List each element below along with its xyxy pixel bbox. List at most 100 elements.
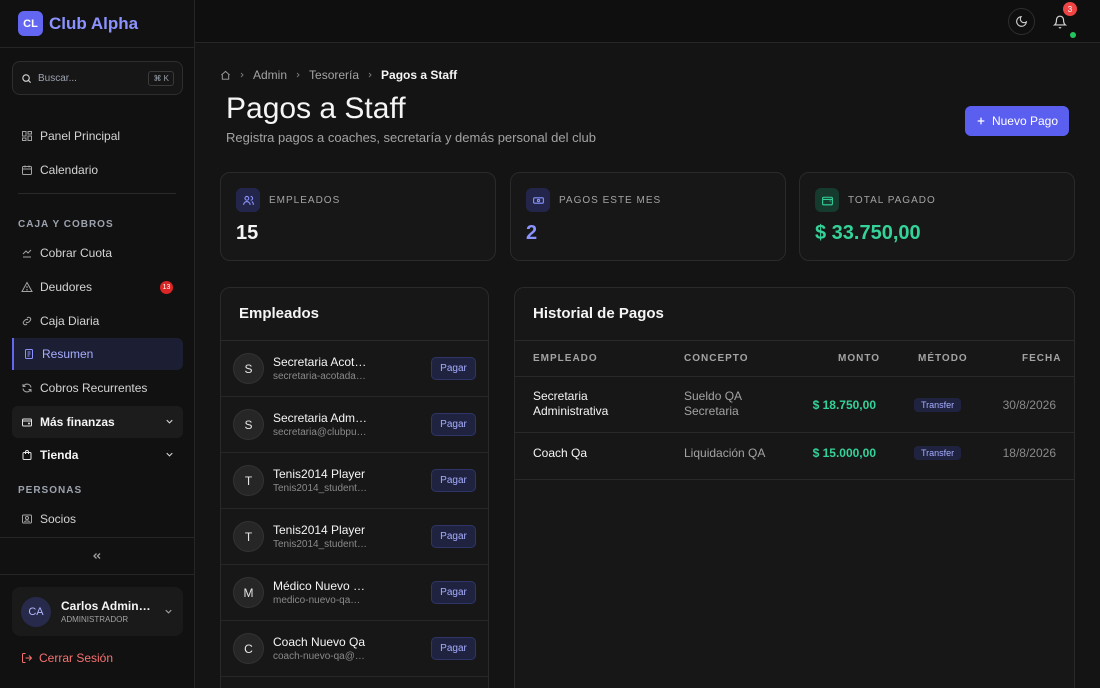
avatar: S: [233, 353, 264, 384]
avatar: C: [233, 633, 264, 664]
banknote-icon: [526, 188, 550, 212]
home-icon[interactable]: [220, 70, 231, 81]
sidebar-item-label: Cobrar Cuota: [40, 246, 113, 260]
pay-button[interactable]: Pagar: [431, 469, 476, 492]
stat-label: TOTAL PAGADO: [848, 195, 936, 206]
column-header-concept[interactable]: CONCEPTO: [684, 353, 749, 364]
employee-email: Tenis2014_student@clubpulse.com: [273, 539, 368, 550]
refresh-icon: [21, 382, 33, 394]
user-menu[interactable]: CA Carlos Administrador ADMINISTRADOR: [12, 587, 183, 636]
sidebar-collapse-button[interactable]: [0, 537, 194, 575]
shopping-bag-icon: [21, 449, 33, 461]
wallet-icon: [21, 315, 33, 327]
logout-button[interactable]: Cerrar Sesión: [21, 651, 113, 665]
bell-icon: [1052, 15, 1067, 29]
document-icon: [23, 348, 35, 360]
user-role: ADMINISTRADOR: [61, 615, 129, 624]
chevron-right-icon: [294, 71, 302, 79]
stat-label: PAGOS ESTE MES: [559, 195, 662, 206]
cell-concept: Sueldo QA Secretaria: [684, 389, 742, 418]
cell-date: 18/8/2026: [1002, 446, 1056, 460]
stat-card-payments-month: PAGOS ESTE MES 2: [510, 172, 786, 261]
employee-email: Tenis2014_student@clubpulse.com: [273, 483, 368, 494]
stat-value: 15: [236, 222, 259, 244]
sidebar-item-label: Deudores: [40, 280, 93, 294]
sidebar-item-resumen[interactable]: Resumen: [12, 338, 183, 370]
method-badge: Transfer: [914, 446, 962, 460]
employee-email: medico-nuevo-qa@clubpulse.com: [273, 595, 368, 606]
employee-email: coach-nuevo-qa@clubpulse.com: [273, 651, 368, 662]
users-icon: [236, 188, 260, 212]
alert-triangle-icon: [21, 281, 33, 293]
sidebar-item-cobros-recurrentes[interactable]: Cobros Recurrentes: [12, 372, 183, 404]
breadcrumb: Admin Tesorería Pagos a Staff: [220, 68, 457, 82]
calendar-icon: [21, 164, 33, 176]
list-item: S Secretaria Administrativa secretaria@c…: [221, 397, 488, 453]
pay-button[interactable]: Pagar: [431, 581, 476, 604]
avatar: S: [233, 409, 264, 440]
chevron-right-icon: [238, 71, 246, 79]
new-payment-button[interactable]: Nuevo Pago: [965, 106, 1069, 136]
employee-name: Médico Nuevo Qa: [273, 579, 368, 593]
cell-concept: Liquidación QA: [684, 446, 766, 460]
divider: [515, 340, 1074, 341]
stat-value: 2: [526, 222, 538, 244]
sidebar-group-label: Tienda: [40, 448, 79, 462]
sidebar-item-socios[interactable]: Socios: [12, 503, 183, 535]
stat-value: $ 33.750,00: [815, 222, 921, 244]
brand-logo: CL: [18, 11, 43, 36]
page-title: Pagos a Staff: [226, 92, 406, 125]
logout-icon: [21, 652, 33, 664]
employee-name: Tenis2014 Player: [273, 523, 366, 537]
online-status-dot: [1070, 32, 1076, 38]
brand[interactable]: CL Club Alpha: [0, 0, 194, 48]
payment-history-panel: Historial de Pagos: [514, 287, 1075, 688]
employee-name: Secretaria Administrativa: [273, 411, 368, 425]
sidebar-item-panel-principal[interactable]: Panel Principal: [12, 120, 183, 152]
chevron-down-icon: [163, 606, 174, 617]
table-row-divider: [514, 432, 1075, 433]
breadcrumb-admin[interactable]: Admin: [253, 68, 287, 82]
pay-button[interactable]: Pagar: [431, 413, 476, 436]
logout-label: Cerrar Sesión: [39, 651, 114, 665]
list-item: M Médico Nuevo Qa medico-nuevo-qa@clubpu…: [221, 565, 488, 621]
sidebar-item-calendario[interactable]: Calendario: [12, 154, 183, 186]
employees-panel: Empleados S Secretaria Acotada Qa secret…: [220, 287, 489, 688]
sidebar-item-label: Caja Diaria: [40, 314, 100, 328]
chevron-down-icon: [164, 416, 175, 427]
user-name: Carlos Administrador: [61, 599, 153, 613]
sidebar-group-tienda[interactable]: Tienda: [12, 439, 183, 471]
theme-toggle-button[interactable]: [1008, 8, 1035, 35]
moon-icon: [1015, 15, 1028, 28]
sidebar-item-cobrar-cuota[interactable]: Cobrar Cuota: [12, 237, 183, 269]
sidebar-item-deudores[interactable]: Deudores 13: [12, 271, 183, 303]
column-header-method[interactable]: MÉTODO: [918, 353, 968, 364]
column-header-amount[interactable]: MONTO: [838, 353, 880, 364]
column-header-date[interactable]: FECHA: [1022, 353, 1061, 364]
column-header-employee[interactable]: EMPLEADO: [533, 353, 598, 364]
sidebar-item-caja-diaria[interactable]: Caja Diaria: [12, 305, 183, 337]
notification-count-badge: 3: [1063, 2, 1077, 16]
page-subtitle: Registra pagos a coaches, secretaría y d…: [226, 130, 596, 145]
section-label-caja: CAJA Y COBROS: [18, 219, 114, 230]
chevron-right-icon: [366, 71, 374, 79]
sidebar-group-mas-finanzas[interactable]: Más finanzas: [12, 406, 183, 438]
id-card-icon: [21, 513, 33, 525]
pay-button[interactable]: Pagar: [431, 637, 476, 660]
new-payment-label: Nuevo Pago: [991, 114, 1059, 128]
wallet-icon: [815, 188, 839, 212]
layout-grid-icon: [21, 130, 33, 142]
section-label-personas: PERSONAS: [18, 485, 83, 496]
stat-card-total-paid: TOTAL PAGADO $ 33.750,00: [799, 172, 1075, 261]
pay-button[interactable]: Pagar: [431, 357, 476, 380]
topbar: 3: [195, 0, 1100, 43]
search-input[interactable]: Buscar... ⌘ K: [12, 61, 183, 95]
pay-button[interactable]: Pagar: [431, 525, 476, 548]
list-item: T Tenis2014 Player Tenis2014_student@clu…: [221, 453, 488, 509]
employee-email: secretaria@clubpulse.com: [273, 427, 368, 438]
avatar: M: [233, 577, 264, 608]
cell-amount: $ 18.750,00: [812, 398, 876, 412]
breadcrumb-tesoreria[interactable]: Tesorería: [309, 68, 359, 82]
employee-name: Tenis2014 Player: [273, 467, 366, 481]
chevron-down-icon: [164, 449, 175, 460]
